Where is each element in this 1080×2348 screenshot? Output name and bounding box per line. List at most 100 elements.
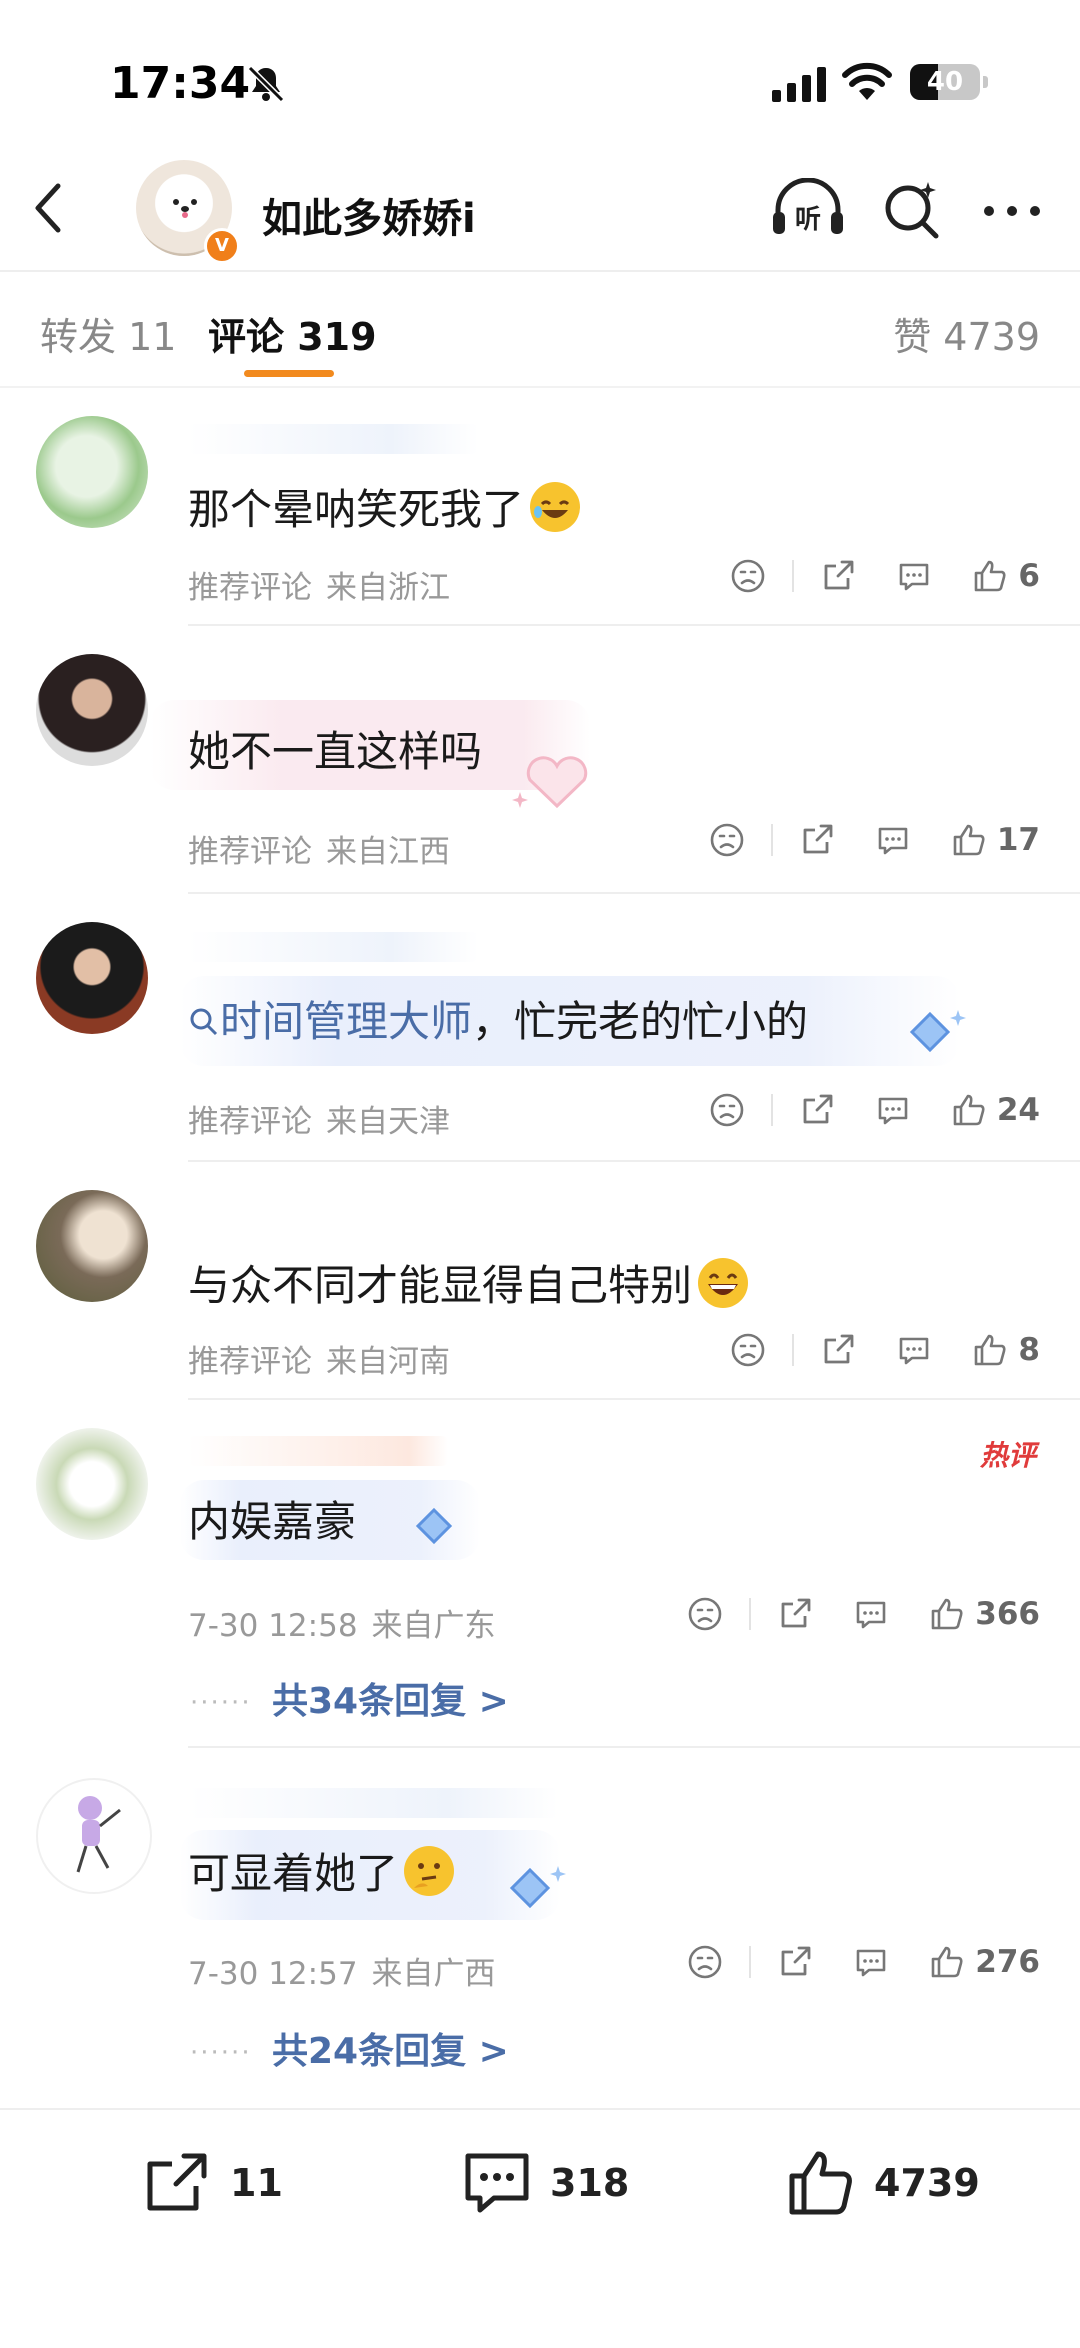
comment-actions: 8 (704, 1332, 1040, 1368)
share-icon[interactable] (799, 822, 835, 858)
action-divider (792, 1334, 795, 1366)
battery-icon: 40 (910, 64, 980, 100)
commenter-avatar[interactable] (36, 922, 148, 1034)
comment-text: 她不一直这样吗 (188, 727, 483, 776)
comment-divider (188, 1746, 1080, 1748)
dislike-icon[interactable] (730, 558, 766, 594)
like-count: 8 (1018, 1332, 1040, 1368)
tab-likes[interactable]: 赞 4739 (893, 306, 1040, 361)
commenter-name[interactable] (188, 1788, 558, 1818)
like-button[interactable]: 4739 (786, 2148, 980, 2218)
action-divider (749, 1598, 752, 1630)
commenter-name[interactable] (188, 1436, 448, 1466)
reply-icon[interactable] (875, 1092, 911, 1128)
commenter-avatar[interactable] (36, 654, 148, 766)
like-count: 6 (1018, 558, 1040, 594)
reply-icon[interactable] (853, 1596, 889, 1632)
rofl-emoji-icon (530, 482, 581, 532)
comment-time: 7-30 12:58 (188, 1608, 358, 1644)
thinking-emoji-icon (404, 1846, 455, 1896)
topic-search-link[interactable]: 时间管理大师 (188, 997, 472, 1046)
more-icon[interactable] (982, 204, 1042, 218)
comment-location: 来自广东 (371, 1608, 496, 1644)
comment-text: 与众不同才能显得自己特别 (188, 1252, 749, 1313)
bell-muted-icon (247, 65, 285, 103)
comment-divider (188, 1398, 1080, 1400)
dislike-icon[interactable] (709, 1092, 745, 1128)
replies-dots: ······ (190, 2038, 252, 2068)
comment-meta: 7-30 12:58 来自广东 (188, 1600, 510, 1645)
search-icon (190, 1008, 218, 1036)
verified-badge: V (204, 228, 240, 264)
comment-divider (188, 624, 1080, 626)
svg-text:听: 听 (795, 205, 821, 235)
view-replies-link[interactable]: 共34条回复 > (272, 1672, 509, 1724)
search-icon[interactable] (880, 178, 944, 242)
like-icon[interactable] (972, 1332, 1008, 1368)
share-icon[interactable] (777, 1596, 813, 1632)
like-count: 4739 (874, 2161, 980, 2205)
comment-location: 来自河南 (326, 1344, 450, 1380)
commenter-avatar[interactable] (36, 1190, 148, 1302)
comment-meta: 推荐评论 来自江西 (188, 826, 464, 871)
commenter-name[interactable] (188, 932, 478, 962)
commenter-avatar[interactable] (36, 416, 148, 528)
comment-icon (465, 2153, 529, 2213)
like-count: 276 (975, 1944, 1040, 1980)
thumbs-up-icon (789, 2151, 852, 2215)
comment-count: 318 (550, 2161, 630, 2205)
comment-location: 来自天津 (326, 1104, 450, 1140)
comment-location: 来自广西 (371, 1956, 496, 1992)
headphones-listen-icon[interactable]: 听 (770, 178, 846, 240)
commenter-avatar[interactable] (36, 1428, 148, 1540)
like-icon[interactable] (929, 1596, 965, 1632)
share-icon[interactable] (777, 1944, 813, 1980)
comment-text: 时间管理大师，忙完老的忙小的 (188, 988, 808, 1049)
tab-comments[interactable]: 评论 319 (208, 306, 377, 361)
hot-comment-badge: 热评 (979, 1439, 1036, 1472)
author-name[interactable]: 如此多娇娇i (262, 186, 476, 244)
comment-text: 内娱嘉豪 (188, 1497, 357, 1546)
like-count: 24 (996, 1092, 1040, 1128)
comment-actions: 24 (683, 1092, 1040, 1128)
dislike-icon[interactable] (730, 1332, 766, 1368)
tab-repost[interactable]: 转发 11 (40, 306, 176, 361)
diamond-decoration-icon (509, 1866, 566, 1909)
comment-actions: 276 (661, 1944, 1040, 1980)
back-icon[interactable] (28, 178, 68, 238)
cartoon-girl-icon (76, 1796, 121, 1873)
comment-meta: 推荐评论 来自浙江 (188, 562, 464, 607)
commenter-name[interactable] (188, 424, 478, 454)
repost-count: 11 (230, 2161, 283, 2205)
dislike-icon[interactable] (687, 1596, 723, 1632)
reply-icon[interactable] (896, 1332, 932, 1368)
diamond-decoration-icon (415, 1507, 453, 1545)
like-icon[interactable] (972, 558, 1008, 594)
comment-actions: 17 (683, 822, 1040, 858)
reply-icon[interactable] (896, 558, 932, 594)
dislike-icon[interactable] (687, 1944, 723, 1980)
action-divider (770, 1094, 773, 1126)
comment-button[interactable]: 318 (462, 2148, 629, 2218)
battery-level: 40 (926, 67, 964, 97)
like-icon[interactable] (951, 1092, 987, 1128)
share-icon[interactable] (820, 558, 856, 594)
comment-text: 那个晕呐笑死我了 (188, 476, 581, 537)
view-replies-link[interactable]: 共24条回复 > (272, 2022, 509, 2074)
header-divider (0, 270, 1080, 272)
reply-icon[interactable] (875, 822, 911, 858)
share-icon[interactable] (820, 1332, 856, 1368)
comment-meta: 7-30 12:57 来自广西 (188, 1948, 510, 1993)
commenter-avatar[interactable] (36, 1778, 152, 1894)
reply-icon[interactable] (853, 1944, 889, 1980)
like-icon[interactable] (951, 822, 987, 858)
share-icon[interactable] (799, 1092, 835, 1128)
like-icon[interactable] (929, 1944, 965, 1980)
repost-button[interactable]: 11 (142, 2148, 283, 2218)
comment-time: 7-30 12:57 (188, 1956, 358, 1992)
heart-decoration-icon (512, 756, 588, 809)
dislike-icon[interactable] (709, 822, 745, 858)
comment-text: 可显着她了 (188, 1840, 455, 1901)
comment-tag: 推荐评论 (188, 1344, 312, 1380)
battery-cap (983, 76, 988, 88)
